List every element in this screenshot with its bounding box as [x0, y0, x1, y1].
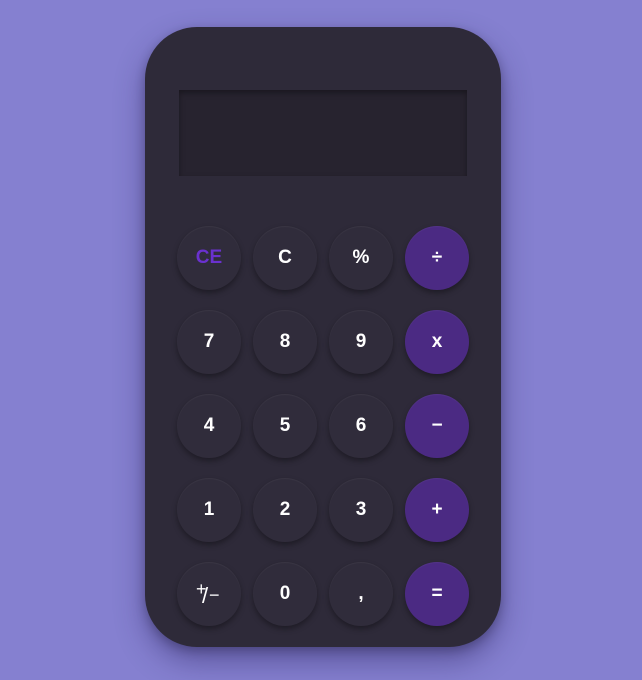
digit-4-button[interactable]: 4 — [177, 394, 241, 458]
clear-button[interactable]: C — [253, 226, 317, 290]
negate-button[interactable]: + / − — [177, 562, 241, 626]
digit-8-button[interactable]: 8 — [253, 310, 317, 374]
calculator-display — [179, 90, 467, 176]
digit-2-button[interactable]: 2 — [253, 478, 317, 542]
digit-1-button[interactable]: 1 — [177, 478, 241, 542]
slash-glyph: / — [202, 583, 209, 608]
digit-3-button[interactable]: 3 — [329, 478, 393, 542]
calculator-body: CE C % ÷ 7 8 9 x 4 5 6 − 1 2 3 + + / − 0… — [145, 27, 501, 647]
minus-glyph: − — [209, 585, 220, 605]
clear-entry-button[interactable]: CE — [177, 226, 241, 290]
decimal-button[interactable]: , — [329, 562, 393, 626]
equals-button[interactable]: = — [405, 562, 469, 626]
percent-button[interactable]: % — [329, 226, 393, 290]
divide-button[interactable]: ÷ — [405, 226, 469, 290]
digit-0-button[interactable]: 0 — [253, 562, 317, 626]
digit-6-button[interactable]: 6 — [329, 394, 393, 458]
keypad: CE C % ÷ 7 8 9 x 4 5 6 − 1 2 3 + + / − 0… — [177, 226, 469, 626]
digit-5-button[interactable]: 5 — [253, 394, 317, 458]
digit-9-button[interactable]: 9 — [329, 310, 393, 374]
add-button[interactable]: + — [405, 478, 469, 542]
subtract-button[interactable]: − — [405, 394, 469, 458]
plus-minus-icon: + / − — [196, 579, 222, 608]
digit-7-button[interactable]: 7 — [177, 310, 241, 374]
multiply-button[interactable]: x — [405, 310, 469, 374]
